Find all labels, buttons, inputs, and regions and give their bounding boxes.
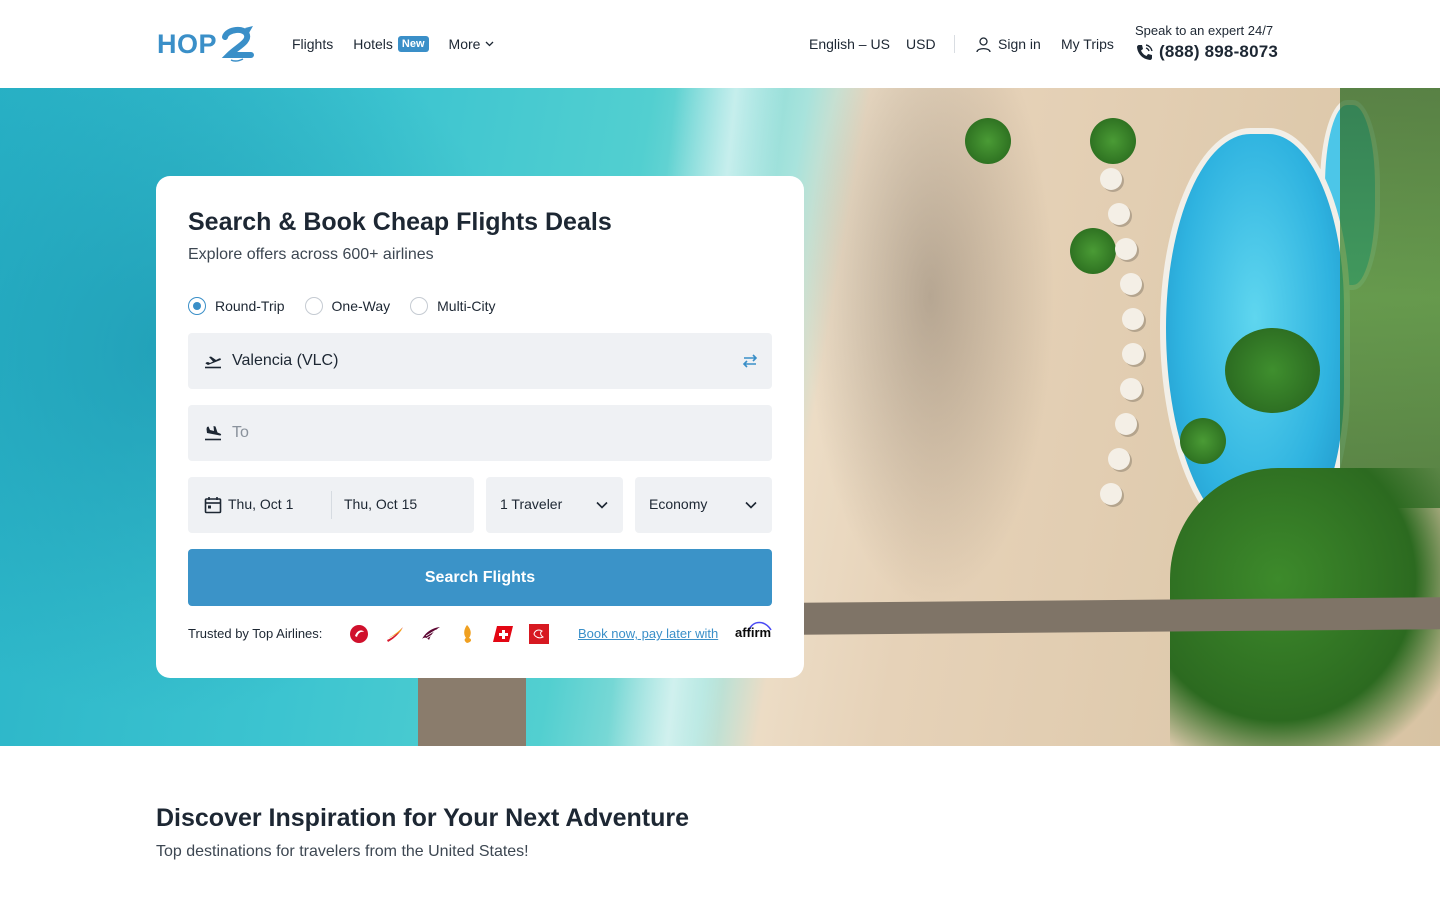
nav-flights-label: Flights xyxy=(292,36,334,52)
beach-umbrella xyxy=(1108,448,1130,470)
beach-umbrella xyxy=(1115,413,1137,435)
trip-type-radio-group: Round-Trip One-Way Multi-City xyxy=(188,297,495,315)
logo-2-mark xyxy=(221,26,255,62)
hero-pool-island xyxy=(1225,328,1320,413)
expert-label: Speak to an expert 24/7 xyxy=(1135,23,1274,38)
currency-label: USD xyxy=(906,36,936,52)
my-trips-link[interactable]: My Trips xyxy=(1061,0,1114,88)
language-label: English – US xyxy=(809,36,890,52)
beach-umbrella xyxy=(1120,378,1142,400)
hero-pier xyxy=(418,676,526,746)
hop2-logo[interactable]: HOP xyxy=(157,24,257,64)
header-divider xyxy=(954,35,955,53)
affirm-logo: affirm xyxy=(735,621,772,640)
hero-jetty xyxy=(800,597,1440,635)
new-badge: New xyxy=(397,36,429,52)
nav-hotels[interactable]: Hotels New xyxy=(353,36,429,52)
flight-search-card: Search & Book Cheap Flights Deals Explor… xyxy=(156,176,804,678)
radio-one-way-circle[interactable] xyxy=(304,297,323,315)
beach-umbrella xyxy=(1115,238,1137,260)
sign-in-button[interactable]: Sign in xyxy=(975,0,1041,88)
chevron-down-icon xyxy=(745,501,757,509)
beach-umbrella xyxy=(1122,343,1144,365)
radio-multi-city-circle[interactable] xyxy=(410,297,429,315)
depart-date[interactable]: Thu, Oct 1 xyxy=(228,496,293,512)
expert-contact[interactable]: Speak to an expert 24/7 (888) 898-8073 xyxy=(1135,23,1278,62)
chevron-down-icon xyxy=(485,41,494,47)
discover-subtitle: Top destinations for travelers from the … xyxy=(156,843,529,860)
radio-one-way-label: One-Way xyxy=(331,298,391,314)
hero-palms-right xyxy=(1340,88,1440,508)
palm-tree xyxy=(1070,228,1116,274)
phone-number: (888) 898-8073 xyxy=(1159,42,1279,61)
beach-umbrella xyxy=(1100,483,1122,505)
nav-hotels-label: Hotels xyxy=(353,36,393,52)
beach-umbrella xyxy=(1120,273,1142,295)
radio-round-trip-label: Round-Trip xyxy=(215,298,285,314)
travelers-value: 1 Traveler xyxy=(500,496,563,512)
discover-title: Discover Inspiration for Your Next Adven… xyxy=(156,804,689,832)
dates-field[interactable]: Thu, Oct 1 Thu, Oct 15 xyxy=(188,477,474,533)
nav-more-label: More xyxy=(448,36,481,52)
logo-text: HOP xyxy=(157,28,218,59)
my-trips-label: My Trips xyxy=(1061,36,1114,52)
swap-airports-icon[interactable] xyxy=(740,351,760,371)
user-icon xyxy=(976,36,991,52)
to-field[interactable] xyxy=(188,405,772,461)
beach-umbrella xyxy=(1108,203,1130,225)
swiss-logo-icon xyxy=(492,623,514,645)
radio-round-trip[interactable]: Round-Trip xyxy=(188,297,285,315)
affirm-text: affirm xyxy=(735,625,772,640)
nav-more-dropdown[interactable]: More xyxy=(449,36,495,52)
sign-in-label: Sign in xyxy=(998,36,1041,52)
iberia-logo-icon xyxy=(384,623,406,645)
search-title: Search & Book Cheap Flights Deals xyxy=(188,208,612,236)
palm-tree xyxy=(1090,118,1136,164)
from-value: Valencia (VLC) xyxy=(232,352,339,369)
from-field[interactable]: Valencia (VLC) xyxy=(188,333,772,389)
language-selector[interactable]: English – US xyxy=(809,0,890,88)
cabin-class-select[interactable]: Economy xyxy=(635,477,772,533)
calendar-icon xyxy=(203,495,223,515)
currency-selector[interactable]: USD xyxy=(906,0,936,88)
radio-one-way[interactable]: One-Way xyxy=(304,297,391,315)
pay-later-link[interactable]: Book now, pay later with xyxy=(578,626,718,641)
landing-icon xyxy=(203,423,223,443)
radio-multi-city-label: Multi-City xyxy=(437,298,496,314)
cabin-class-value: Economy xyxy=(649,496,708,512)
search-subtitle: Explore offers across 600+ airlines xyxy=(188,246,434,263)
main-nav: Flights Hotels New More xyxy=(292,0,494,88)
emirates-logo-icon xyxy=(528,623,550,645)
date-separator xyxy=(331,491,332,519)
radio-multi-city[interactable]: Multi-City xyxy=(410,297,495,315)
turkish-airlines-logo-icon xyxy=(348,623,370,645)
radio-round-trip-circle[interactable] xyxy=(188,297,206,315)
nav-flights[interactable]: Flights xyxy=(292,36,333,52)
beach-umbrella xyxy=(1122,308,1144,330)
site-header: HOP Flights Hotels New More English – US… xyxy=(0,0,1440,88)
return-date[interactable]: Thu, Oct 15 xyxy=(344,496,417,512)
palm-tree xyxy=(965,118,1011,164)
airline-logos xyxy=(348,623,550,645)
beach-umbrella xyxy=(1100,168,1122,190)
palm-tree xyxy=(1180,418,1226,464)
chevron-down-icon xyxy=(596,501,608,509)
phone-icon xyxy=(1137,43,1153,60)
takeoff-icon xyxy=(203,351,223,371)
singapore-airlines-logo-icon xyxy=(456,623,478,645)
phone-row[interactable]: (888) 898-8073 xyxy=(1135,42,1278,62)
hero-palm-shadows xyxy=(805,88,1055,608)
trusted-label: Trusted by Top Airlines: xyxy=(188,626,323,641)
qatar-airways-logo-icon xyxy=(420,623,442,645)
travelers-select[interactable]: 1 Traveler xyxy=(486,477,623,533)
search-flights-button[interactable]: Search Flights xyxy=(188,549,772,606)
to-input[interactable] xyxy=(232,424,712,442)
